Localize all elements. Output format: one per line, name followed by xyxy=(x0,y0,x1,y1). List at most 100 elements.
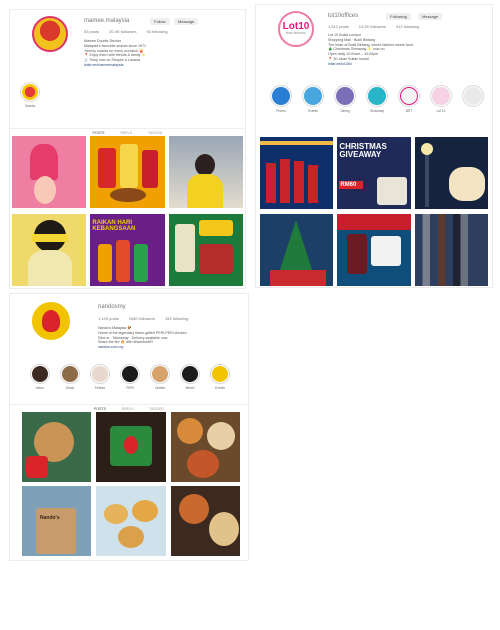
story-highlight[interactable]: Dining xyxy=(334,85,356,113)
post-tile[interactable] xyxy=(12,214,87,286)
post-caption: RAIKAN HARI KEBANGSAAN xyxy=(92,220,136,232)
highlight-label: Dining xyxy=(340,109,350,113)
story-highlight[interactable]: Outlets xyxy=(150,364,170,390)
post-tile[interactable] xyxy=(414,214,488,286)
highlight-label: Festive xyxy=(94,386,106,390)
followers-count[interactable]: 13.2K followers xyxy=(359,24,386,29)
bio-link[interactable]: nandos.com.my xyxy=(98,345,242,350)
posts-count[interactable]: 1,512 posts xyxy=(328,24,349,29)
tab-reels[interactable]: REELS xyxy=(122,407,133,411)
post-tile[interactable] xyxy=(414,137,488,209)
posts-grid: CHRISTMAS GIVEAWAY RM60 xyxy=(260,137,488,286)
post-tile[interactable] xyxy=(260,137,334,209)
story-highlights: Menu Deals Festive PERi Outlets Merch Ev… xyxy=(30,364,230,390)
post-tile[interactable] xyxy=(22,412,92,482)
story-highlight[interactable] xyxy=(462,85,484,113)
highlight-label: Events xyxy=(215,386,225,390)
post-tile[interactable] xyxy=(337,214,411,286)
message-button[interactable]: Message xyxy=(174,18,199,25)
posts-grid: RAIKAN HARI KEBANGSAAN xyxy=(12,136,243,286)
highlight-label: Events xyxy=(308,109,318,113)
following-count[interactable]: 93 following xyxy=(146,29,167,34)
story-highlight[interactable]: Festive xyxy=(90,364,110,390)
profile-bio: Nando's Malaysia 🐓 Home of the legendary… xyxy=(98,326,242,350)
profile-stats: 1,512 posts 13.2K followers 512 followin… xyxy=(328,24,419,29)
profile-avatar[interactable] xyxy=(32,16,68,52)
followers-count[interactable]: 106K followers xyxy=(129,316,155,321)
post-tile[interactable] xyxy=(96,486,166,556)
story-highlight[interactable]: Merch xyxy=(180,364,200,390)
story-highlight[interactable]: PERi xyxy=(120,364,140,390)
tab-posts[interactable]: POSTS xyxy=(94,407,106,411)
profile-bio: Lot 10 Kuala Lumpur Shopping Mall · Buki… xyxy=(328,33,486,67)
following-button[interactable]: Following xyxy=(386,13,411,20)
story-highlight[interactable]: Deals xyxy=(60,364,80,390)
bio-link[interactable]: linktr.ee/mameemalaysia xyxy=(84,63,234,68)
highlight-label: PERi xyxy=(126,386,134,390)
highlight-label: Menu xyxy=(36,386,44,390)
profile-tabs: POSTS REELS TAGGED xyxy=(10,128,245,135)
profile-username: mamee.malaysia xyxy=(84,18,130,24)
followers-count[interactable]: 20.4K followers xyxy=(109,29,136,34)
highlight-label: Merch xyxy=(185,386,195,390)
story-highlight[interactable]: Promo xyxy=(270,85,292,113)
profile-stats: 1,129 posts 106K followers 153 following xyxy=(98,316,188,321)
brand-logo: Lot10 xyxy=(282,21,310,32)
highlight-label: Lot 10 xyxy=(436,109,446,113)
post-caption: CHRISTMAS GIVEAWAY xyxy=(339,142,387,159)
post-tile[interactable]: Nando's xyxy=(22,486,92,556)
story-highlight[interactable]: Snacks xyxy=(20,82,40,108)
rooster-logo-icon xyxy=(42,310,60,332)
following-count[interactable]: 153 following xyxy=(165,316,188,321)
following-count[interactable]: 512 following xyxy=(396,24,419,29)
post-tile[interactable] xyxy=(170,486,240,556)
posts-count[interactable]: 53 posts xyxy=(84,29,99,34)
post-tile[interactable] xyxy=(168,214,243,286)
highlight-label: BRT xyxy=(405,109,413,113)
product-label: Nando's xyxy=(40,515,60,521)
highlight-label: Promo xyxy=(276,109,286,113)
post-tile[interactable] xyxy=(96,412,166,482)
story-highlight[interactable]: Menu xyxy=(30,364,50,390)
tab-posts[interactable]: POSTS xyxy=(93,131,105,135)
posts-grid: Nando's xyxy=(22,412,240,556)
profile-panel-mamee: mamee.malaysia Follow Message 53 posts 2… xyxy=(10,10,245,288)
price-badge: RM60 xyxy=(339,181,364,189)
profile-avatar[interactable] xyxy=(32,302,70,340)
post-tile[interactable]: RAIKAN HARI KEBANGSAAN xyxy=(90,214,165,286)
story-highlight[interactable]: BRT xyxy=(398,85,420,113)
tab-tagged[interactable]: TAGGED xyxy=(148,131,163,135)
tab-reels[interactable]: REELS xyxy=(120,131,131,135)
profile-stats: 53 posts 20.4K followers 93 following xyxy=(84,29,168,34)
post-tile[interactable] xyxy=(168,136,243,208)
story-highlights: Promo Events Dining Giveaway BRT Lot 10 xyxy=(270,85,484,113)
profile-tabs: POSTS REELS TAGGED xyxy=(10,404,248,411)
story-highlight[interactable]: Giveaway xyxy=(366,85,388,113)
profile-avatar[interactable]: Lot10 BUKIT BINTANG xyxy=(278,11,314,47)
highlight-label: Outlets xyxy=(154,386,166,390)
bio-link[interactable]: linktr.ee/lot10kl xyxy=(328,62,486,67)
profile-bio: Mamee Double-Decker Malaysia's favourite… xyxy=(84,39,234,68)
post-tile[interactable] xyxy=(12,136,87,208)
profile-panel-lot10: Lot10 BUKIT BINTANG lot10offices Followi… xyxy=(256,5,492,287)
profile-panel-nandos: nandosmy 1,129 posts 106K followers 153 … xyxy=(10,294,248,560)
post-tile[interactable] xyxy=(170,412,240,482)
message-button[interactable]: Message xyxy=(418,13,443,20)
profile-username: nandosmy xyxy=(98,304,126,310)
story-highlight[interactable]: Lot 10 xyxy=(430,85,452,113)
profile-username: lot10offices xyxy=(328,13,359,19)
story-highlights: Snacks xyxy=(20,82,40,108)
highlight-label: Giveaway xyxy=(370,109,384,113)
post-tile[interactable] xyxy=(260,214,334,286)
follow-button[interactable]: Follow xyxy=(150,18,170,25)
post-tile[interactable]: CHRISTMAS GIVEAWAY RM60 xyxy=(337,137,411,209)
brand-logo-subtitle: BUKIT BINTANG xyxy=(286,32,306,35)
tab-tagged[interactable]: TAGGED xyxy=(149,407,164,411)
highlight-label: Snacks xyxy=(24,104,36,108)
post-tile[interactable] xyxy=(90,136,165,208)
highlight-label: Deals xyxy=(65,386,75,390)
story-highlight[interactable]: Events xyxy=(302,85,324,113)
highlight-thumbnail xyxy=(22,84,38,100)
posts-count[interactable]: 1,129 posts xyxy=(98,316,119,321)
story-highlight[interactable]: Events xyxy=(210,364,230,390)
